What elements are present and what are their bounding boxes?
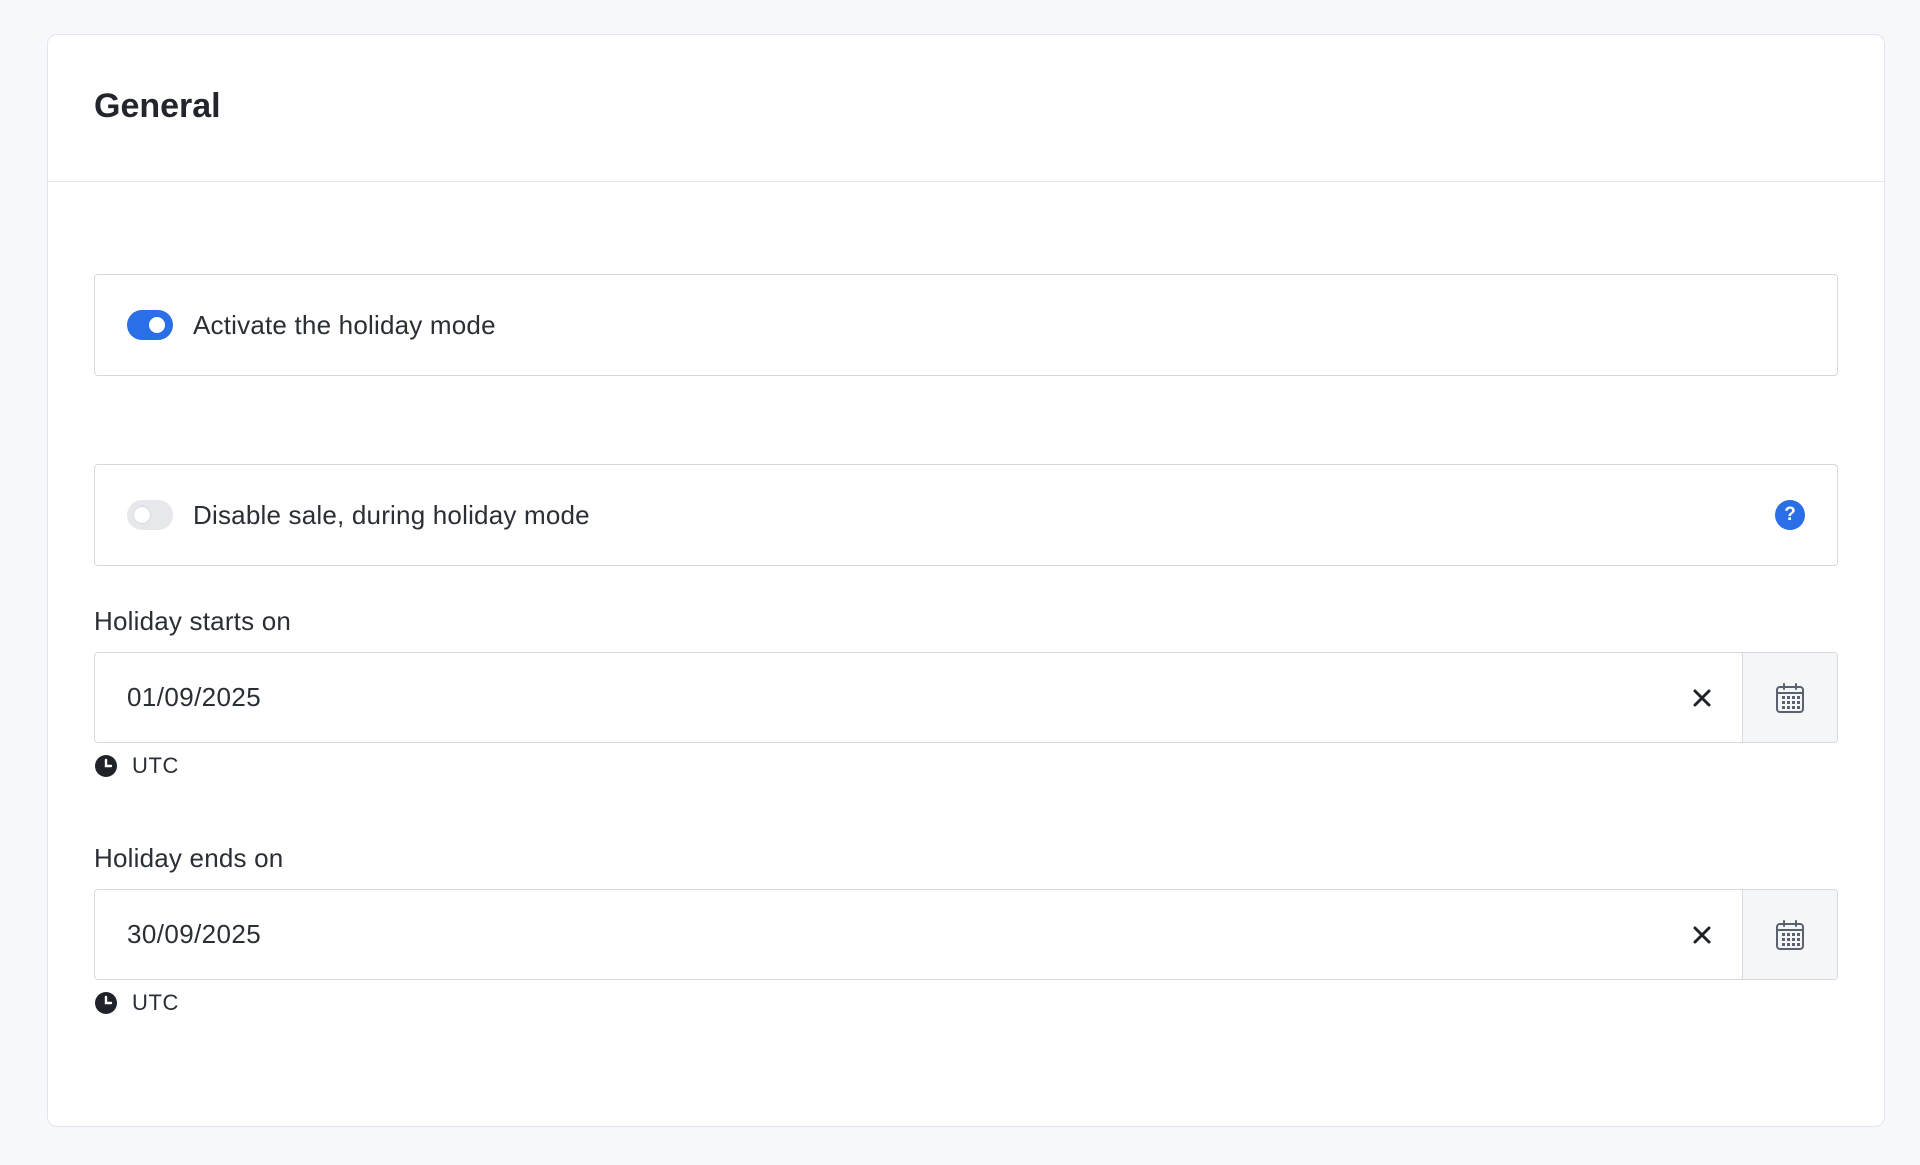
timezone-label: UTC: [132, 753, 180, 778]
clock-icon: [95, 992, 117, 1014]
holiday-end-field: Holiday ends on 30/09/2025 UTC: [94, 843, 1838, 1016]
card-header: General: [48, 35, 1884, 182]
timezone-label: UTC: [132, 990, 180, 1015]
clock-icon: [95, 755, 117, 777]
disable-sale-label: Disable sale, during holiday mode: [193, 499, 590, 530]
holiday-start-label: Holiday starts on: [94, 606, 292, 636]
holiday-start-timezone: UTC: [94, 753, 1838, 779]
calendar-icon: [1776, 919, 1804, 950]
card-body: Activate the holiday mode Disable sale, …: [48, 182, 1884, 1016]
general-settings-card: General Activate the holiday mode Disabl…: [47, 34, 1885, 1127]
close-icon: [1693, 926, 1711, 943]
disable-sale-row: Disable sale, during holiday mode ?: [94, 464, 1838, 566]
disable-sale-toggle[interactable]: [127, 500, 173, 530]
open-start-calendar-button[interactable]: [1742, 653, 1837, 742]
holiday-start-date-input: 01/09/2025: [94, 652, 1838, 743]
calendar-icon: [1776, 682, 1804, 713]
activate-holiday-mode-row: Activate the holiday mode: [94, 274, 1838, 376]
holiday-start-date-value[interactable]: 01/09/2025: [95, 653, 1662, 742]
section-title: General: [94, 86, 221, 125]
toggle-knob: [149, 317, 165, 333]
open-end-calendar-button[interactable]: [1742, 890, 1837, 979]
holiday-end-label: Holiday ends on: [94, 843, 284, 873]
holiday-start-field: Holiday starts on 01/09/2025 UTC: [94, 606, 1838, 779]
holiday-end-timezone: UTC: [94, 990, 1838, 1016]
activate-holiday-mode-toggle[interactable]: [127, 310, 173, 340]
clear-start-date-button[interactable]: [1662, 653, 1742, 742]
toggle-knob: [134, 507, 150, 523]
question-circle-icon[interactable]: ?: [1775, 500, 1805, 530]
holiday-end-date-input: 30/09/2025: [94, 889, 1838, 980]
holiday-end-date-value[interactable]: 30/09/2025: [95, 890, 1662, 979]
activate-holiday-mode-label: Activate the holiday mode: [193, 309, 496, 340]
close-icon: [1693, 689, 1711, 706]
clear-end-date-button[interactable]: [1662, 890, 1742, 979]
